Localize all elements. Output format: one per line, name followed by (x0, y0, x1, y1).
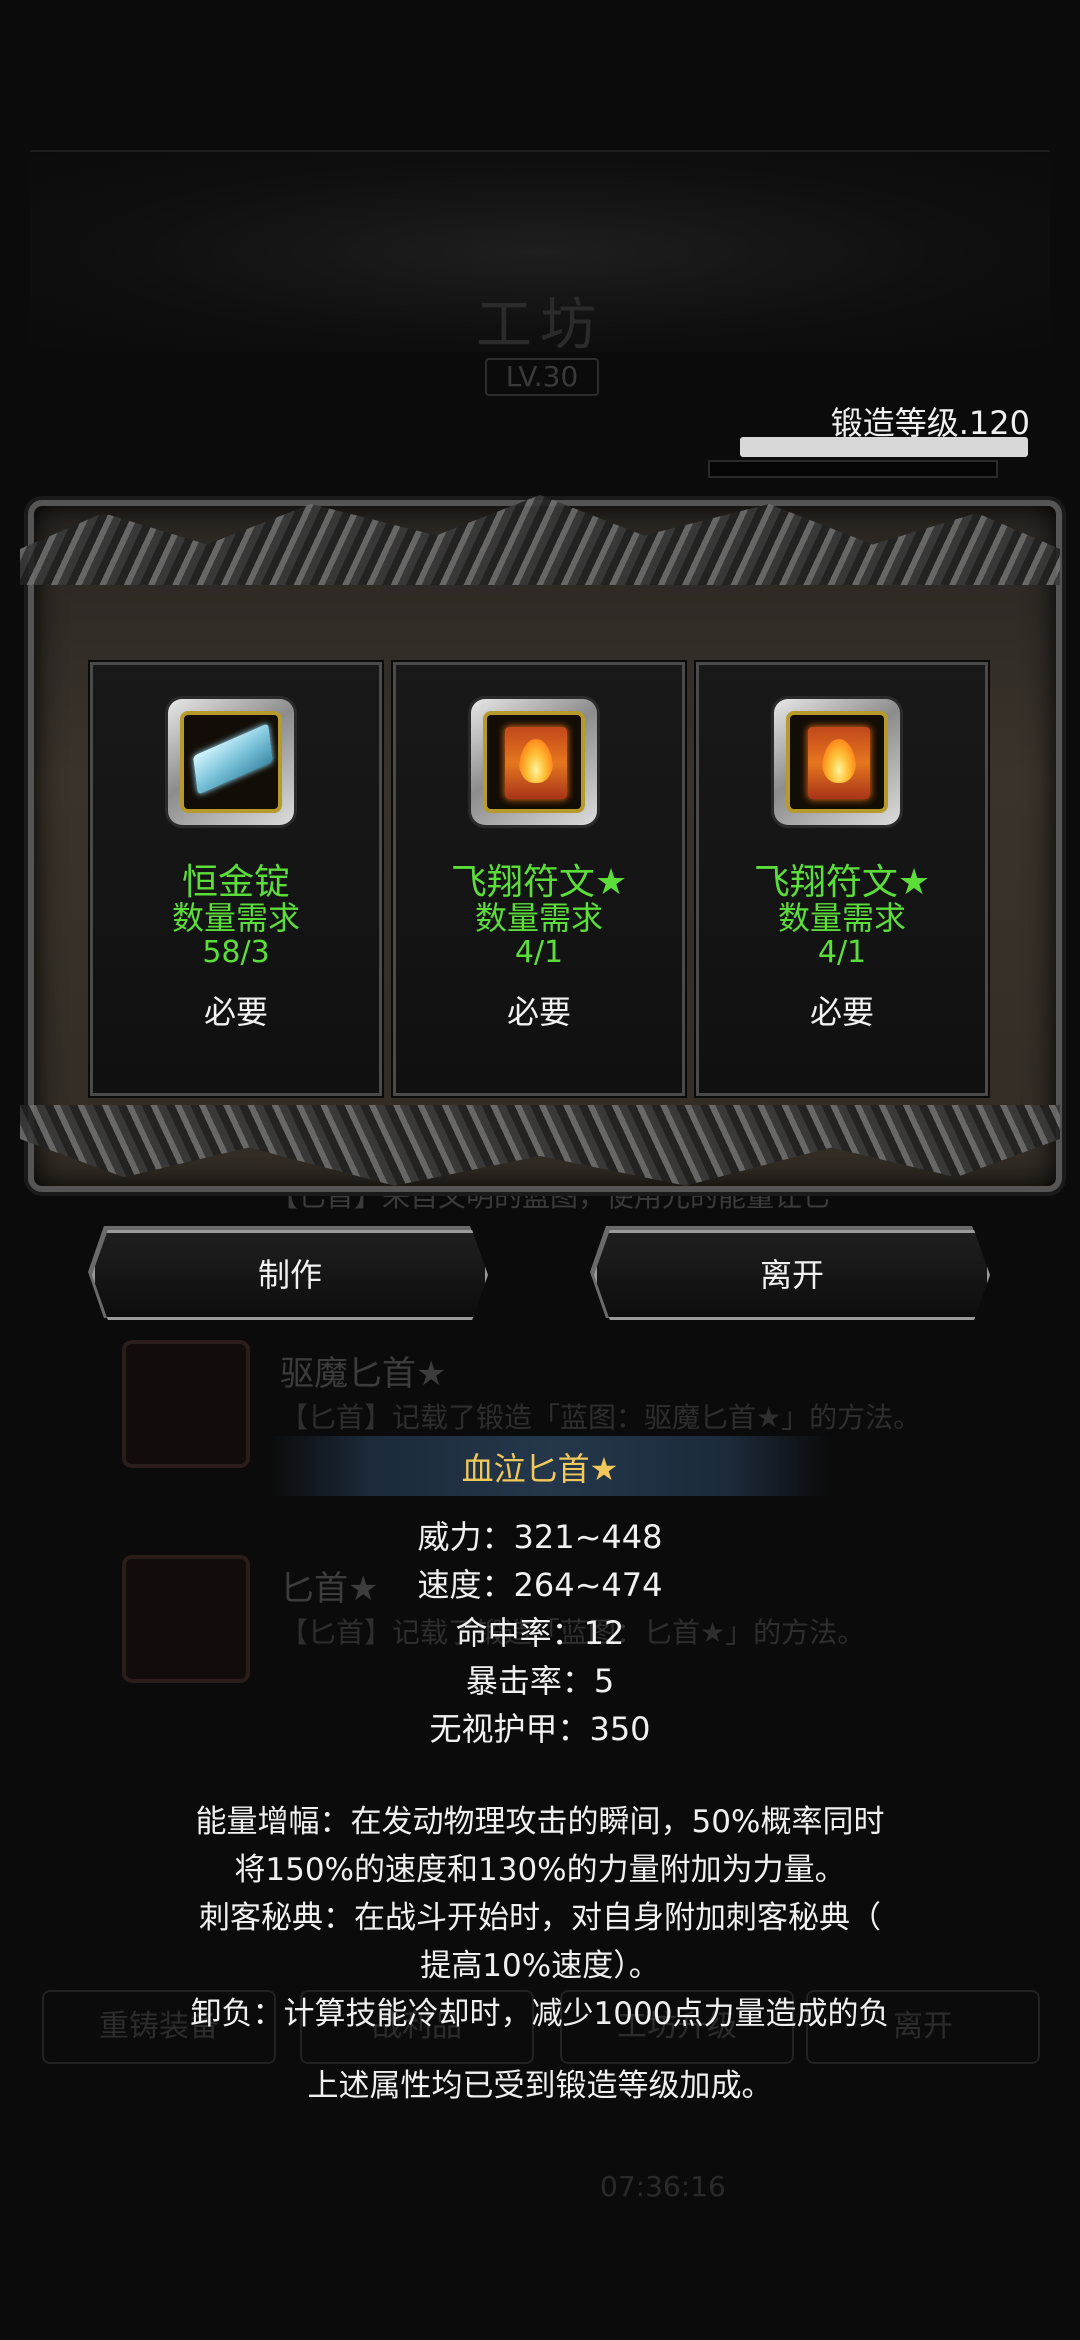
material-count: 4/1 (817, 935, 867, 970)
item-description-line: 刺客秘典：在战斗开始时，对自身附加刺客秘典（ (199, 1900, 881, 1936)
item-description-line: 能量增幅：在发动物理攻击的瞬间，50%概率同时 (195, 1804, 885, 1840)
tooltip-title: 血泣匕首★ (461, 1450, 619, 1488)
background-title: 工坊 (476, 293, 604, 358)
material-count: 4/1 (514, 935, 564, 970)
forge-level-bar-fill (742, 439, 1026, 455)
material-requirement-label: 数量需求 (474, 899, 603, 937)
material-requirement-label: 数量需求 (777, 899, 906, 937)
material-requirement-label: 数量需求 (171, 899, 300, 937)
leave-button[interactable]: 离开 (594, 1230, 990, 1320)
forge-secondary-bar (708, 460, 998, 478)
item-stat: 速度：264~474 (417, 1566, 663, 1604)
item-description-line: 将150%的速度和130%的力量附加为力量。 (234, 1852, 846, 1888)
craft-button[interactable]: 制作 (92, 1230, 488, 1320)
item-stat: 威力：321~448 (417, 1518, 663, 1556)
forge-level-bar (740, 437, 1028, 457)
material-card[interactable]: 恒金锭 数量需求 58/3 必要 (90, 662, 382, 1096)
item-stat: 命中率：12 (455, 1614, 625, 1652)
item-bonus-note: 上述属性均已受到锻造等级加成。 (307, 2068, 773, 2104)
material-icon-frame (168, 699, 294, 825)
background-time: 07:36:16 (600, 2170, 726, 2203)
background-row-desc: 【匕首】记载了锻造「蓝图：驱魔匕首★」的方法。 (280, 1401, 922, 1434)
item-stat: 无视护甲：350 (429, 1710, 651, 1748)
rune-icon (505, 727, 567, 799)
rune-icon (808, 727, 870, 799)
material-count: 58/3 (202, 935, 270, 970)
background-row-title: 驱魔匕首★ (280, 1354, 447, 1394)
material-card[interactable]: 飞翔符文★ 数量需求 4/1 必要 (393, 662, 685, 1096)
item-stat: 暴击率：5 (465, 1662, 615, 1700)
item-description-line: 卸负：计算技能冷却时，减少1000点力量造成的负 (190, 1996, 890, 2032)
background-level-badge: LV.30 (485, 358, 599, 396)
item-description-line: 提高10%速度）。 (420, 1948, 660, 1984)
material-necessity: 必要 (809, 993, 874, 1031)
material-necessity: 必要 (203, 993, 268, 1031)
material-necessity: 必要 (506, 993, 571, 1031)
material-card[interactable]: 飞翔符文★ 数量需求 4/1 必要 (696, 662, 988, 1096)
ingot-icon (192, 723, 274, 795)
material-icon-frame (774, 699, 900, 825)
material-icon-frame (471, 699, 597, 825)
